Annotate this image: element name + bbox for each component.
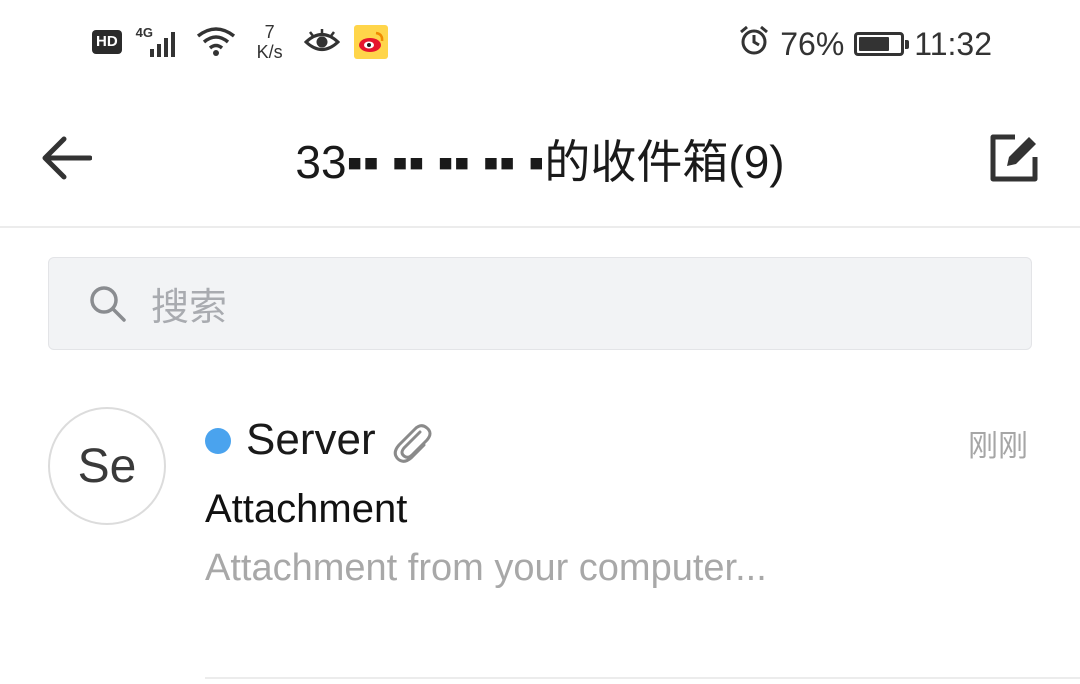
compose-button[interactable] [984, 128, 1044, 188]
mail-list-item[interactable]: Se Server 刚刚 Attachment Attachment from … [0, 395, 1080, 679]
signal-icon: 4G [136, 25, 182, 59]
speed-value: 7 [264, 22, 275, 42]
sender-name: Server [246, 415, 376, 464]
wifi-icon [196, 26, 236, 58]
weibo-icon [353, 25, 388, 59]
paperclip-icon [390, 420, 434, 464]
app-header: 33▪▪ ▪▪ ▪▪ ▪▪ ▪的收件箱(9) [0, 86, 1080, 228]
compose-icon [990, 134, 1038, 182]
battery-icon [854, 32, 910, 56]
status-left-icons: HD 4G 7 K/s [92, 22, 388, 62]
arrow-left-icon [42, 136, 92, 180]
eye-icon [303, 27, 340, 57]
mail-time: 刚刚 [968, 430, 1028, 463]
battery-percent: 76% [780, 25, 845, 62]
unread-dot [205, 428, 231, 454]
list-divider [205, 677, 1080, 679]
network-speed: 7 K/s [250, 22, 290, 62]
mail-subject: Attachment [205, 487, 408, 531]
status-right-icons: 76% 11:32 [738, 24, 992, 64]
avatar: Se [48, 407, 166, 525]
alarm-icon [738, 24, 770, 64]
speed-unit: K/s [256, 42, 283, 62]
status-bar: HD 4G 7 K/s 76% 11:32 [0, 0, 1080, 86]
mail-preview: Attachment from your computer... [205, 547, 767, 589]
page-title: 33▪▪ ▪▪ ▪▪ ▪▪ ▪的收件箱(9) [295, 136, 785, 188]
clock: 11:32 [914, 25, 992, 62]
hd-icon: HD [92, 30, 122, 54]
back-button[interactable] [36, 128, 96, 188]
search-input[interactable]: 搜索 [48, 257, 1032, 350]
search-placeholder: 搜索 [151, 287, 228, 329]
search-icon [87, 283, 129, 325]
